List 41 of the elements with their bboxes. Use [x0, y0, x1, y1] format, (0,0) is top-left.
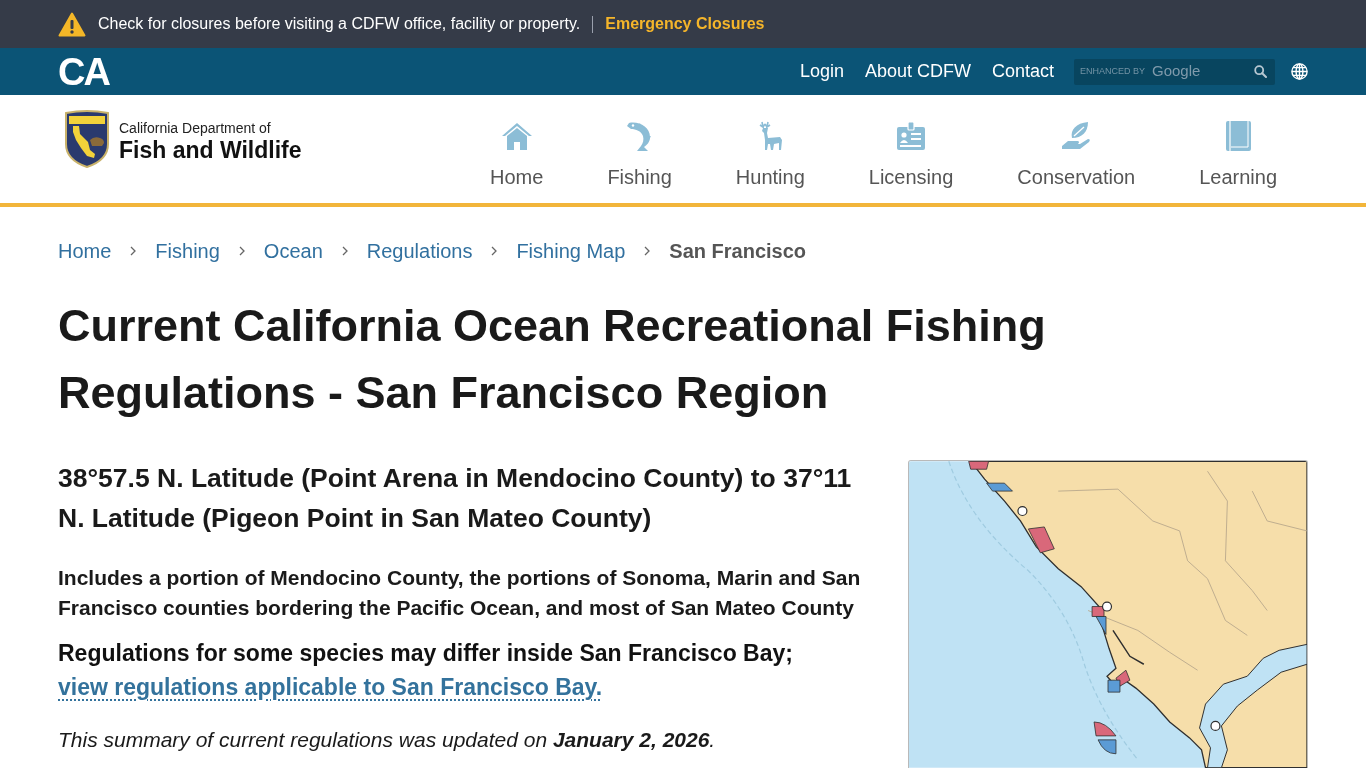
department-seal-icon[interactable]: [64, 110, 110, 168]
breadcrumb-link[interactable]: Regulations: [366, 237, 473, 265]
id-card-icon: [895, 120, 928, 152]
update-note: This summary of current regulations was updated on January 2, 2026.: [58, 727, 717, 753]
hand-leaf-icon: [1060, 120, 1093, 152]
chevron-icon: [130, 246, 137, 256]
nav-link[interactable]: Learning: [1199, 120, 1277, 189]
bay-note: Regulations for some species may differ inside San Francisco Bay; view regulations applicable to San Francisco Bay.: [58, 639, 794, 702]
chevron-icon: [644, 246, 651, 256]
utility-link[interactable]: Contact: [991, 58, 1054, 85]
utility-link[interactable]: About CDFW: [864, 58, 971, 85]
coverage-text: Includes a portion of Mendocino County, the portions of Sonoma, Marin and San Francisco counties bordering the Pacific Ocean, and most of San Mateo County: [58, 565, 862, 621]
globe-icon[interactable]: [1291, 63, 1308, 80]
house-icon: [500, 120, 533, 152]
breadcrumb-current: San Francisco: [669, 239, 807, 264]
nav-link[interactable]: Conservation: [1017, 120, 1136, 189]
utility-link[interactable]: Login: [799, 58, 844, 85]
chevron-icon: [341, 246, 348, 256]
breadcrumb-link[interactable]: Ocean: [263, 237, 323, 265]
nav-link[interactable]: Fishing: [607, 120, 672, 189]
nav-link[interactable]: Home: [490, 120, 544, 189]
state-logo[interactable]: CA: [58, 52, 109, 91]
chevron-icon: [238, 246, 245, 256]
nav-link[interactable]: Hunting: [735, 120, 805, 189]
breadcrumb-link[interactable]: Home: [58, 237, 112, 265]
emergency-closures-link[interactable]: Emergency Closures: [605, 12, 765, 36]
page-title: Current California Ocean Recreational Fishing Regulations - San Francisco Region: [58, 299, 1047, 420]
breadcrumb-link[interactable]: Fishing: [155, 237, 220, 265]
nav-link[interactable]: Licensing: [868, 120, 954, 189]
warning-icon: [58, 11, 86, 37]
region-subtitle: 38°57.5 N. Latitude (Point Arena in Mendocino County) to 37°11 N. Latitude (Pigeon Point in San Mateo County): [58, 462, 853, 535]
search-branding: Google: [1152, 61, 1201, 82]
search-branding: ENHANCED BY: [1080, 64, 1145, 78]
department-line: California Department of: [119, 120, 272, 137]
search-field[interactable]: ENHANCED BY Google: [1074, 58, 1275, 85]
bay-regulations-link[interactable]: view regulations applicable to San Francisco Bay.: [58, 674, 603, 700]
chevron-icon: [491, 246, 498, 256]
alert-message: Check for closures before visiting a CDFW office, facility or property.: [98, 14, 581, 34]
department-name: Fish and Wildlife: [119, 137, 302, 164]
search-icon[interactable]: [1254, 65, 1267, 78]
breadcrumb-link[interactable]: Fishing Map: [516, 237, 626, 265]
